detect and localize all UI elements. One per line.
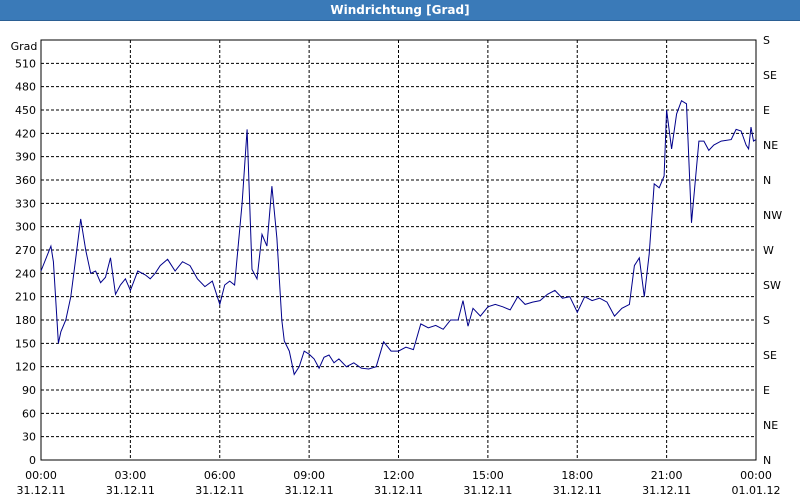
y-tick-label: 420 [15,127,36,140]
y-tick-label: 480 [15,81,36,94]
x-tick-time: 00:00 [740,469,772,482]
x-tick-date: 31.12.11 [463,484,512,497]
y-tick-label: 360 [15,174,36,187]
x-axis: 00:00 31.12.11 03:00 31.12.11 06:00 31.12.11 0… [17,469,781,497]
y-tick-label: 510 [15,57,36,70]
x-tick-date: 31.12.11 [285,484,334,497]
x-tick-time: 12:00 [383,469,415,482]
grid-lines [41,40,756,460]
right-tick-label: NW [763,209,782,222]
y-axis-left: 0 30 60 90 120 150 180 210 240 270 300 330 360 390 420… [15,57,36,467]
y-tick-label: 150 [15,337,36,350]
y-tick-label: 240 [15,267,36,280]
right-tick-label: SW [763,279,781,292]
x-tick-date: 31.12.11 [642,484,691,497]
right-tick-label: NE [763,139,778,152]
right-tick-label: S [763,314,770,327]
right-tick-label: W [763,244,774,257]
y-tick-label: 180 [15,314,36,327]
x-tick-time: 15:00 [472,469,504,482]
x-tick-date: 31.12.11 [195,484,244,497]
x-tick-time: 03:00 [115,469,147,482]
y-tick-label: 0 [29,454,36,467]
y-axis-right: N NE E SE S SW W NW N NE E SE S [763,34,782,467]
wind-direction-chart: 0 30 60 90 120 150 180 210 240 270 300 330 360 390 420… [11,34,783,497]
right-tick-label: SE [763,69,777,82]
x-tick-time: 06:00 [204,469,236,482]
x-tick-date: 31.12.11 [17,484,66,497]
y-tick-label: 120 [15,361,36,374]
x-tick-time: 00:00 [25,469,57,482]
right-tick-label: S [763,34,770,47]
y-tick-label: 450 [15,104,36,117]
x-tick-date: 31.12.11 [106,484,155,497]
y-tick-label: 390 [15,151,36,164]
x-tick-time: 21:00 [651,469,683,482]
y-tick-label: 60 [22,407,36,420]
right-tick-label: E [763,104,770,117]
right-tick-label: N [763,174,771,187]
right-tick-label: E [763,384,770,397]
x-tick-date: 31.12.11 [553,484,602,497]
y-tick-label: 90 [22,384,36,397]
x-tick-time: 18:00 [561,469,593,482]
right-tick-label: N [763,454,771,467]
y-tick-label: 30 [22,431,36,444]
y-axis-label: Grad [11,40,38,53]
y-tick-label: 270 [15,244,36,257]
x-tick-date: 31.12.11 [374,484,423,497]
right-tick-label: SE [763,349,777,362]
right-tick-label: NE [763,419,778,432]
y-tick-label: 330 [15,197,36,210]
y-tick-label: 210 [15,291,36,304]
y-tick-label: 300 [15,221,36,234]
x-tick-date: 01.01.12 [732,484,781,497]
x-tick-time: 09:00 [293,469,325,482]
